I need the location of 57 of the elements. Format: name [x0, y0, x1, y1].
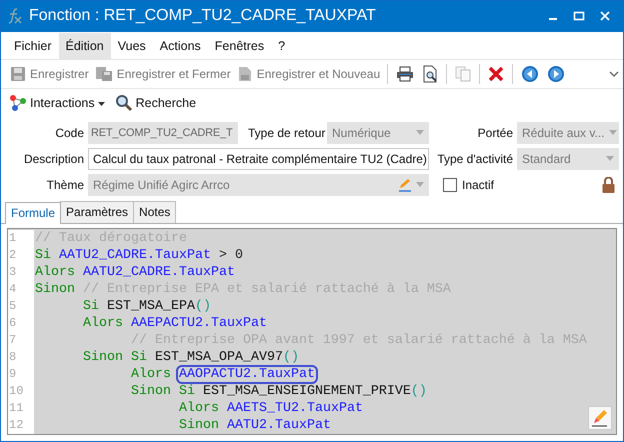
- line-number: 9: [8, 366, 18, 383]
- document-icon: [236, 66, 253, 82]
- line-number: 5: [8, 298, 18, 315]
- line-number: 11: [8, 400, 24, 417]
- code-line: Alors AATU2_CADRE.TauxPat: [35, 264, 235, 281]
- interactions-menu-button[interactable]: Interactions: [7, 92, 107, 114]
- window-title: Fonction : RET_COMP_TU2_CADRE_TAUXPAT: [29, 7, 377, 26]
- function-icon: [7, 7, 23, 26]
- search-button[interactable]: Recherche: [112, 92, 198, 114]
- code-line: Alors AAEPACTU2.TauxPat: [82, 314, 267, 332]
- code-line: Sinon Si EST_MSA_ENSEIGNEMENT_PRIVE(): [130, 382, 427, 400]
- search-icon: [114, 94, 133, 112]
- caret-icon: [606, 156, 614, 162]
- maximize-icon[interactable]: [573, 10, 585, 22]
- caret-icon: [608, 130, 616, 136]
- input-field[interactable]: Calcul du taux patronal - Retraite complémentaire TU2 (Cadre): [88, 148, 429, 170]
- line-number: 4: [8, 280, 18, 298]
- code-line: Sinon AATU2.TauxPat: [178, 416, 331, 434]
- field-label: Thème: [46, 178, 84, 192]
- menu-item[interactable]: Actions: [152, 32, 208, 59]
- code-line: Alors AAETS_TU2.TauxPat: [178, 400, 363, 417]
- close-icon[interactable]: [599, 10, 611, 22]
- checkbox[interactable]: [443, 178, 457, 192]
- field-label: Portée: [476, 126, 513, 140]
- floppy-disk-icon: [94, 66, 113, 82]
- field-label: Type d'activité: [436, 152, 513, 166]
- padlock-icon: [602, 176, 615, 193]
- code-line: Sinon Si EST_MSA_OPA_AV97(): [82, 348, 299, 366]
- code-editor[interactable]: [7, 228, 617, 435]
- line-number: 8: [8, 348, 18, 366]
- tab[interactable]: Formule: [5, 202, 62, 224]
- menu-item[interactable]: Vues: [110, 32, 153, 59]
- checkbox-label[interactable]: Inactif: [462, 178, 494, 192]
- field-label: Type de retour: [247, 126, 323, 140]
- network-icon: [9, 94, 27, 112]
- line-number: 2: [8, 246, 18, 264]
- caret-icon: [416, 182, 424, 188]
- tab[interactable]: Notes: [133, 200, 176, 223]
- chevron-down-icon[interactable]: [609, 70, 619, 78]
- line-number: 3: [8, 264, 18, 281]
- code-line: Si AATU2_CADRE.TauxPat > 0: [35, 246, 243, 264]
- menu-item[interactable]: Fichier: [7, 32, 59, 59]
- menu-item[interactable]: Édition: [58, 32, 111, 59]
- tab[interactable]: Paramètres: [60, 200, 134, 223]
- line-number: 6: [8, 314, 18, 332]
- edit-button[interactable]: [588, 406, 612, 430]
- field-label: Description: [22, 152, 84, 166]
- caret-icon: [416, 130, 424, 136]
- code-line: Si EST_MSA_EPA(): [82, 298, 211, 315]
- line-number: 12: [8, 416, 24, 434]
- line-number: 7: [8, 332, 18, 349]
- line-number: 10: [8, 382, 24, 400]
- menu-item[interactable]: Fenêtres: [208, 32, 272, 59]
- menu-item[interactable]: ?: [271, 32, 292, 59]
- caret-icon: [98, 102, 105, 108]
- field-label: Code: [54, 126, 84, 140]
- line-number: 1: [8, 230, 18, 247]
